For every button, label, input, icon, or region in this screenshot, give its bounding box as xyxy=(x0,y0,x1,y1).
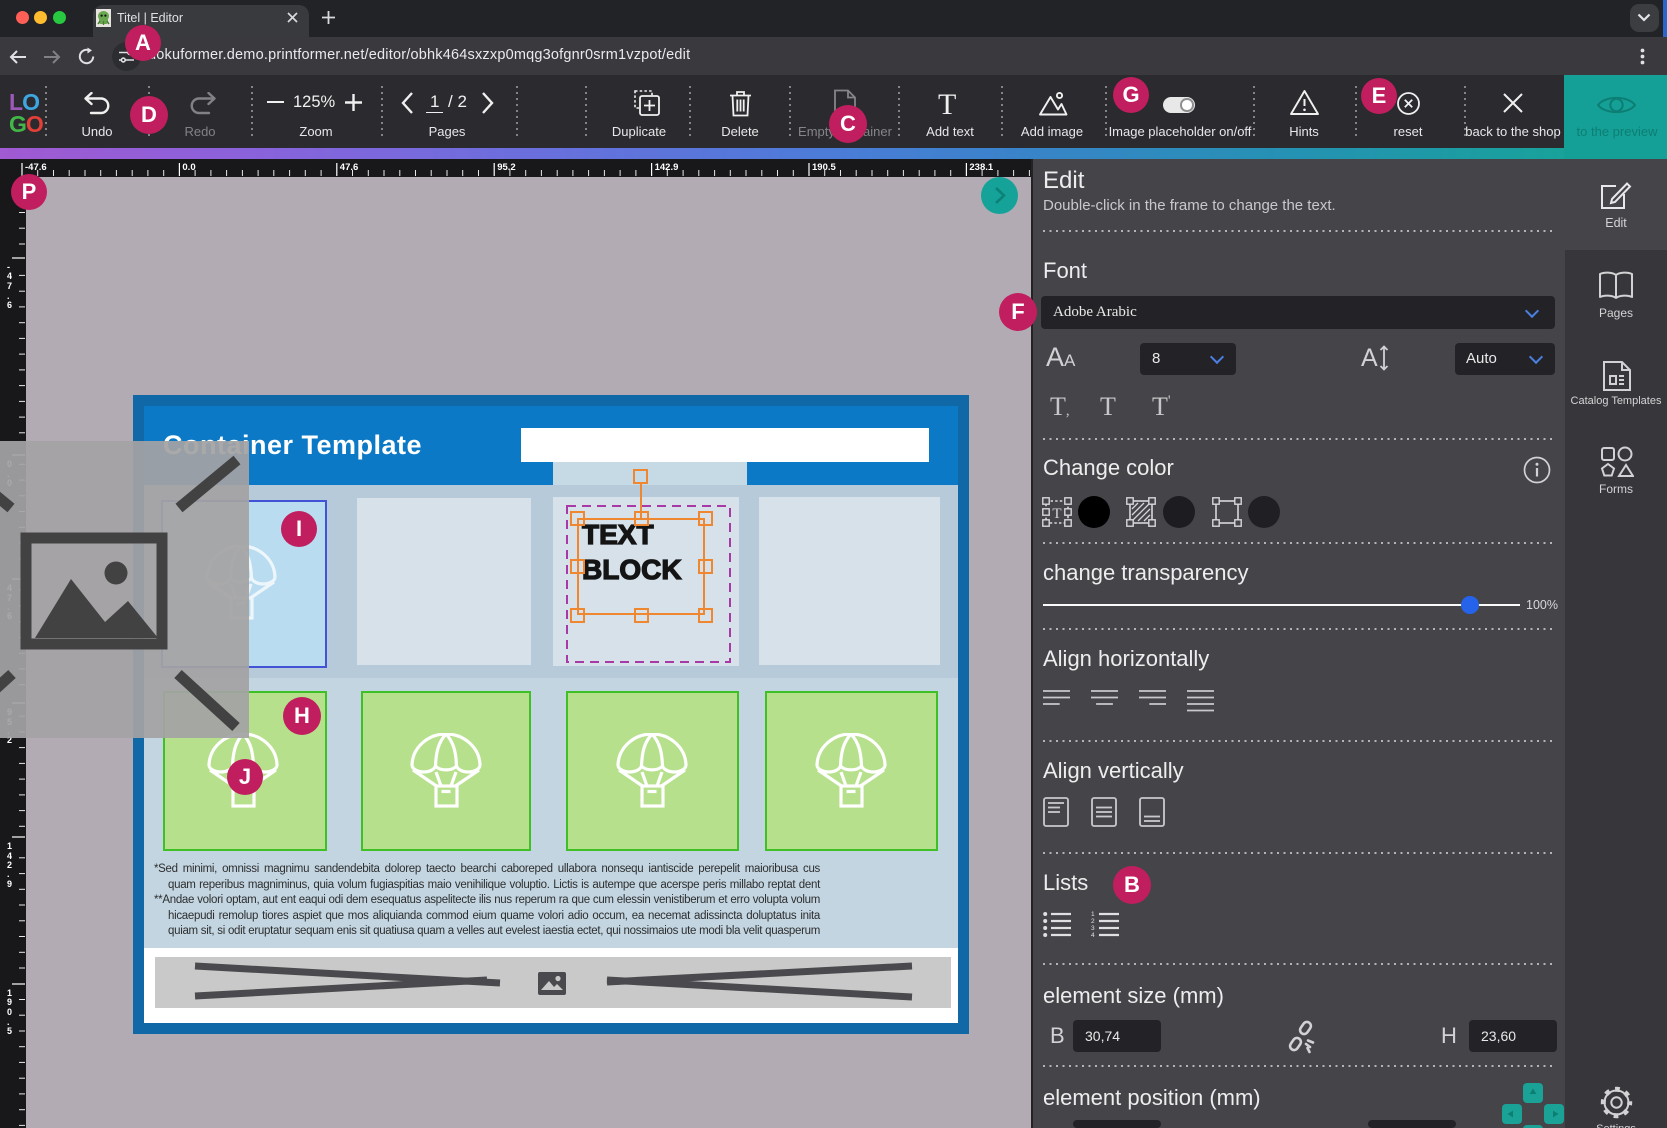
svg-text:0: 0 xyxy=(7,1007,12,1017)
svg-text:.: . xyxy=(7,869,10,879)
svg-text:0.0: 0.0 xyxy=(182,162,195,173)
svg-text:-47.6: -47.6 xyxy=(25,162,47,173)
svg-text:2: 2 xyxy=(1091,918,1095,925)
svg-text:9: 9 xyxy=(7,879,12,889)
svg-text:4: 4 xyxy=(7,271,12,281)
svg-text:T: T xyxy=(1052,506,1061,522)
svg-text:1: 1 xyxy=(7,841,12,851)
svg-text:142.9: 142.9 xyxy=(655,162,679,173)
svg-text:6: 6 xyxy=(7,300,12,310)
svg-text:47.6: 47.6 xyxy=(340,162,359,173)
svg-text:5: 5 xyxy=(7,1026,12,1036)
svg-text:9: 9 xyxy=(7,997,12,1007)
svg-text:95.2: 95.2 xyxy=(497,162,516,173)
svg-text:1: 1 xyxy=(1091,911,1095,918)
svg-text:4: 4 xyxy=(1091,932,1095,937)
svg-text:3: 3 xyxy=(1091,925,1095,932)
svg-text:7: 7 xyxy=(7,281,12,291)
